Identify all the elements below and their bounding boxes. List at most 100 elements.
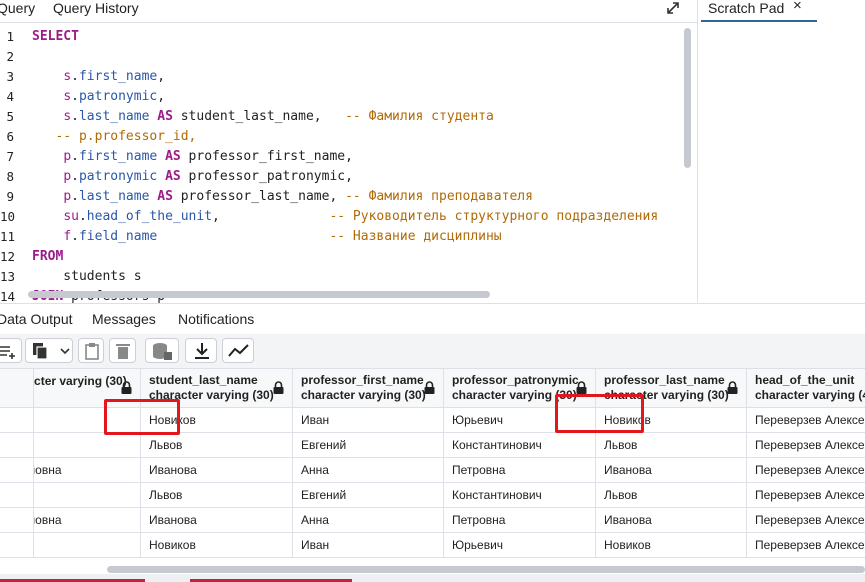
add-row-button[interactable] xyxy=(0,338,22,363)
table-cell[interactable] xyxy=(0,407,34,433)
table-cell[interactable]: Львов xyxy=(140,432,293,458)
table-row: Новиков Иван Юрьевич Новиков Переверзев Алек… xyxy=(0,532,865,558)
table-cell[interactable]: Анна xyxy=(292,507,444,533)
chevron-down-icon[interactable] xyxy=(59,341,71,361)
code-token: p xyxy=(63,149,72,164)
close-icon[interactable]: × xyxy=(793,0,802,14)
table-cell[interactable]: Иванова xyxy=(595,457,747,483)
code-token: s xyxy=(63,89,72,104)
line-number: 2 xyxy=(6,49,14,64)
delete-button[interactable] xyxy=(109,338,136,363)
table-row: ИвановнаИвановаАннаПетровнаИвановаПереве… xyxy=(0,457,865,483)
column-header[interactable]: professor_first_name character varying (3… xyxy=(292,368,444,408)
query-tabs-bar: Query Query History xyxy=(0,0,697,23)
column-name: professor_patronymic xyxy=(452,373,579,387)
table-cell[interactable]: Юрьевич xyxy=(443,532,596,558)
table-cell[interactable]: Иванова xyxy=(140,457,293,483)
table-cell[interactable]: Львов xyxy=(140,482,293,508)
code-token: . xyxy=(71,89,79,104)
tab-data-output[interactable]: Data Output xyxy=(0,311,78,333)
code-line[interactable]: SELECT xyxy=(32,29,79,44)
table-cell[interactable]: Петровна xyxy=(443,457,596,483)
line-number: 14 xyxy=(0,289,16,303)
code-token: -- p.professor_id, xyxy=(55,129,197,144)
table-cell[interactable]: Петровна xyxy=(443,507,596,533)
lock-icon xyxy=(424,381,435,394)
tab-query[interactable]: Query xyxy=(0,0,38,20)
code-token: p xyxy=(63,189,72,204)
tab-messages[interactable]: Messages xyxy=(92,311,156,327)
code-line[interactable]: f.field_name -- Название дисциплины xyxy=(32,229,501,244)
code-line[interactable]: su.head_of_the_unit, -- Руководитель стр… xyxy=(32,209,658,224)
table-cell[interactable]: Евгений xyxy=(292,482,444,508)
grid-horizontal-scrollbar[interactable] xyxy=(107,566,865,573)
table-cell[interactable]: Анна xyxy=(292,457,444,483)
table-cell[interactable]: Львов xyxy=(595,482,747,508)
copy-button[interactable] xyxy=(25,338,73,363)
table-cell[interactable]: Иван xyxy=(292,532,444,558)
table-cell[interactable]: Иванова xyxy=(595,507,747,533)
table-cell[interactable] xyxy=(33,432,141,458)
table-cell[interactable]: Евгений xyxy=(292,432,444,458)
table-cell[interactable]: Ивановна xyxy=(33,457,141,483)
table-cell[interactable] xyxy=(0,432,34,458)
line-number: 12 xyxy=(0,249,16,264)
editor-horizontal-scrollbar[interactable] xyxy=(28,291,490,298)
table-cell[interactable] xyxy=(0,532,34,558)
paste-button[interactable] xyxy=(78,338,104,363)
code-token: patronymic xyxy=(78,89,158,104)
column-header[interactable]: head_of_the_unitcharacter varying (40) xyxy=(746,368,865,408)
code-token: head_of_the_unit xyxy=(86,209,213,224)
tab-scratch-pad[interactable]: Scratch Pad × xyxy=(697,0,865,22)
code-line[interactable]: s.last_name AS student_last_name, -- Фам… xyxy=(32,109,494,124)
scratch-pad-area[interactable] xyxy=(697,22,865,302)
code-line[interactable]: p.first_name AS professor_first_name, xyxy=(32,149,353,164)
code-line[interactable]: p.last_name AS professor_last_name, -- Ф… xyxy=(32,189,533,204)
line-number: 6 xyxy=(6,129,14,144)
save-data-button[interactable] xyxy=(145,338,179,363)
sql-editor[interactable]: 1 SELECT 2 3 s.first_name, 4 s.patronymic, 5 … xyxy=(0,23,697,303)
table-cell[interactable] xyxy=(33,532,141,558)
code-line[interactable]: s.patronymic, xyxy=(32,89,165,104)
table-cell[interactable] xyxy=(33,482,141,508)
table-cell[interactable]: Переверзев Алексей Леонидович xyxy=(746,532,865,558)
code-token: -- Руководитель структурного подразделен… xyxy=(329,209,659,224)
tab-query-history[interactable]: Query History xyxy=(53,0,139,20)
table-cell[interactable] xyxy=(0,457,34,483)
table-cell[interactable]: Константинович xyxy=(443,482,596,508)
table-cell[interactable]: Константинович xyxy=(443,432,596,458)
code-line[interactable]: s.first_name, xyxy=(32,69,165,84)
table-cell[interactable]: Новиков xyxy=(140,532,293,558)
table-cell[interactable]: Ивановна xyxy=(33,507,141,533)
code-line[interactable]: students s xyxy=(32,269,141,284)
table-cell[interactable]: Иван xyxy=(292,407,444,433)
table-cell[interactable]: Иванова xyxy=(140,507,293,533)
table-cell[interactable]: Львов xyxy=(595,432,747,458)
code-token: last_name xyxy=(78,189,150,204)
download-button[interactable] xyxy=(185,338,217,363)
code-token: f xyxy=(63,229,72,244)
table-cell[interactable]: Переверзев Алексей Леонидович xyxy=(746,457,865,483)
table-cell[interactable] xyxy=(0,482,34,508)
table-cell[interactable]: Переверзев Алексей Леонидович xyxy=(746,407,865,433)
code-token: field_name xyxy=(78,229,158,244)
code-line[interactable]: FROM xyxy=(32,249,63,264)
column-header[interactable] xyxy=(0,368,34,408)
table-cell[interactable]: Переверзев Алексей Леонидович xyxy=(746,507,865,533)
table-cell[interactable] xyxy=(0,507,34,533)
code-token: patronymic xyxy=(78,169,158,184)
table-cell[interactable]: Новиков xyxy=(595,532,747,558)
tab-notifications[interactable]: Notifications xyxy=(178,311,254,327)
table-cell[interactable]: Переверзев Алексей Леонидович xyxy=(746,482,865,508)
editor-vertical-scrollbar[interactable] xyxy=(684,28,691,168)
graph-visualiser-button[interactable] xyxy=(222,338,254,363)
code-line[interactable]: p.patronymic AS professor_patronymic, xyxy=(32,169,353,184)
table-cell[interactable]: Переверзев Алексей Леонидович xyxy=(746,432,865,458)
expand-icon[interactable] xyxy=(664,0,682,17)
table-row: Львов Евгений Константинович Львов Переверзе… xyxy=(0,482,865,508)
code-line[interactable]: -- p.professor_id, xyxy=(32,129,196,144)
